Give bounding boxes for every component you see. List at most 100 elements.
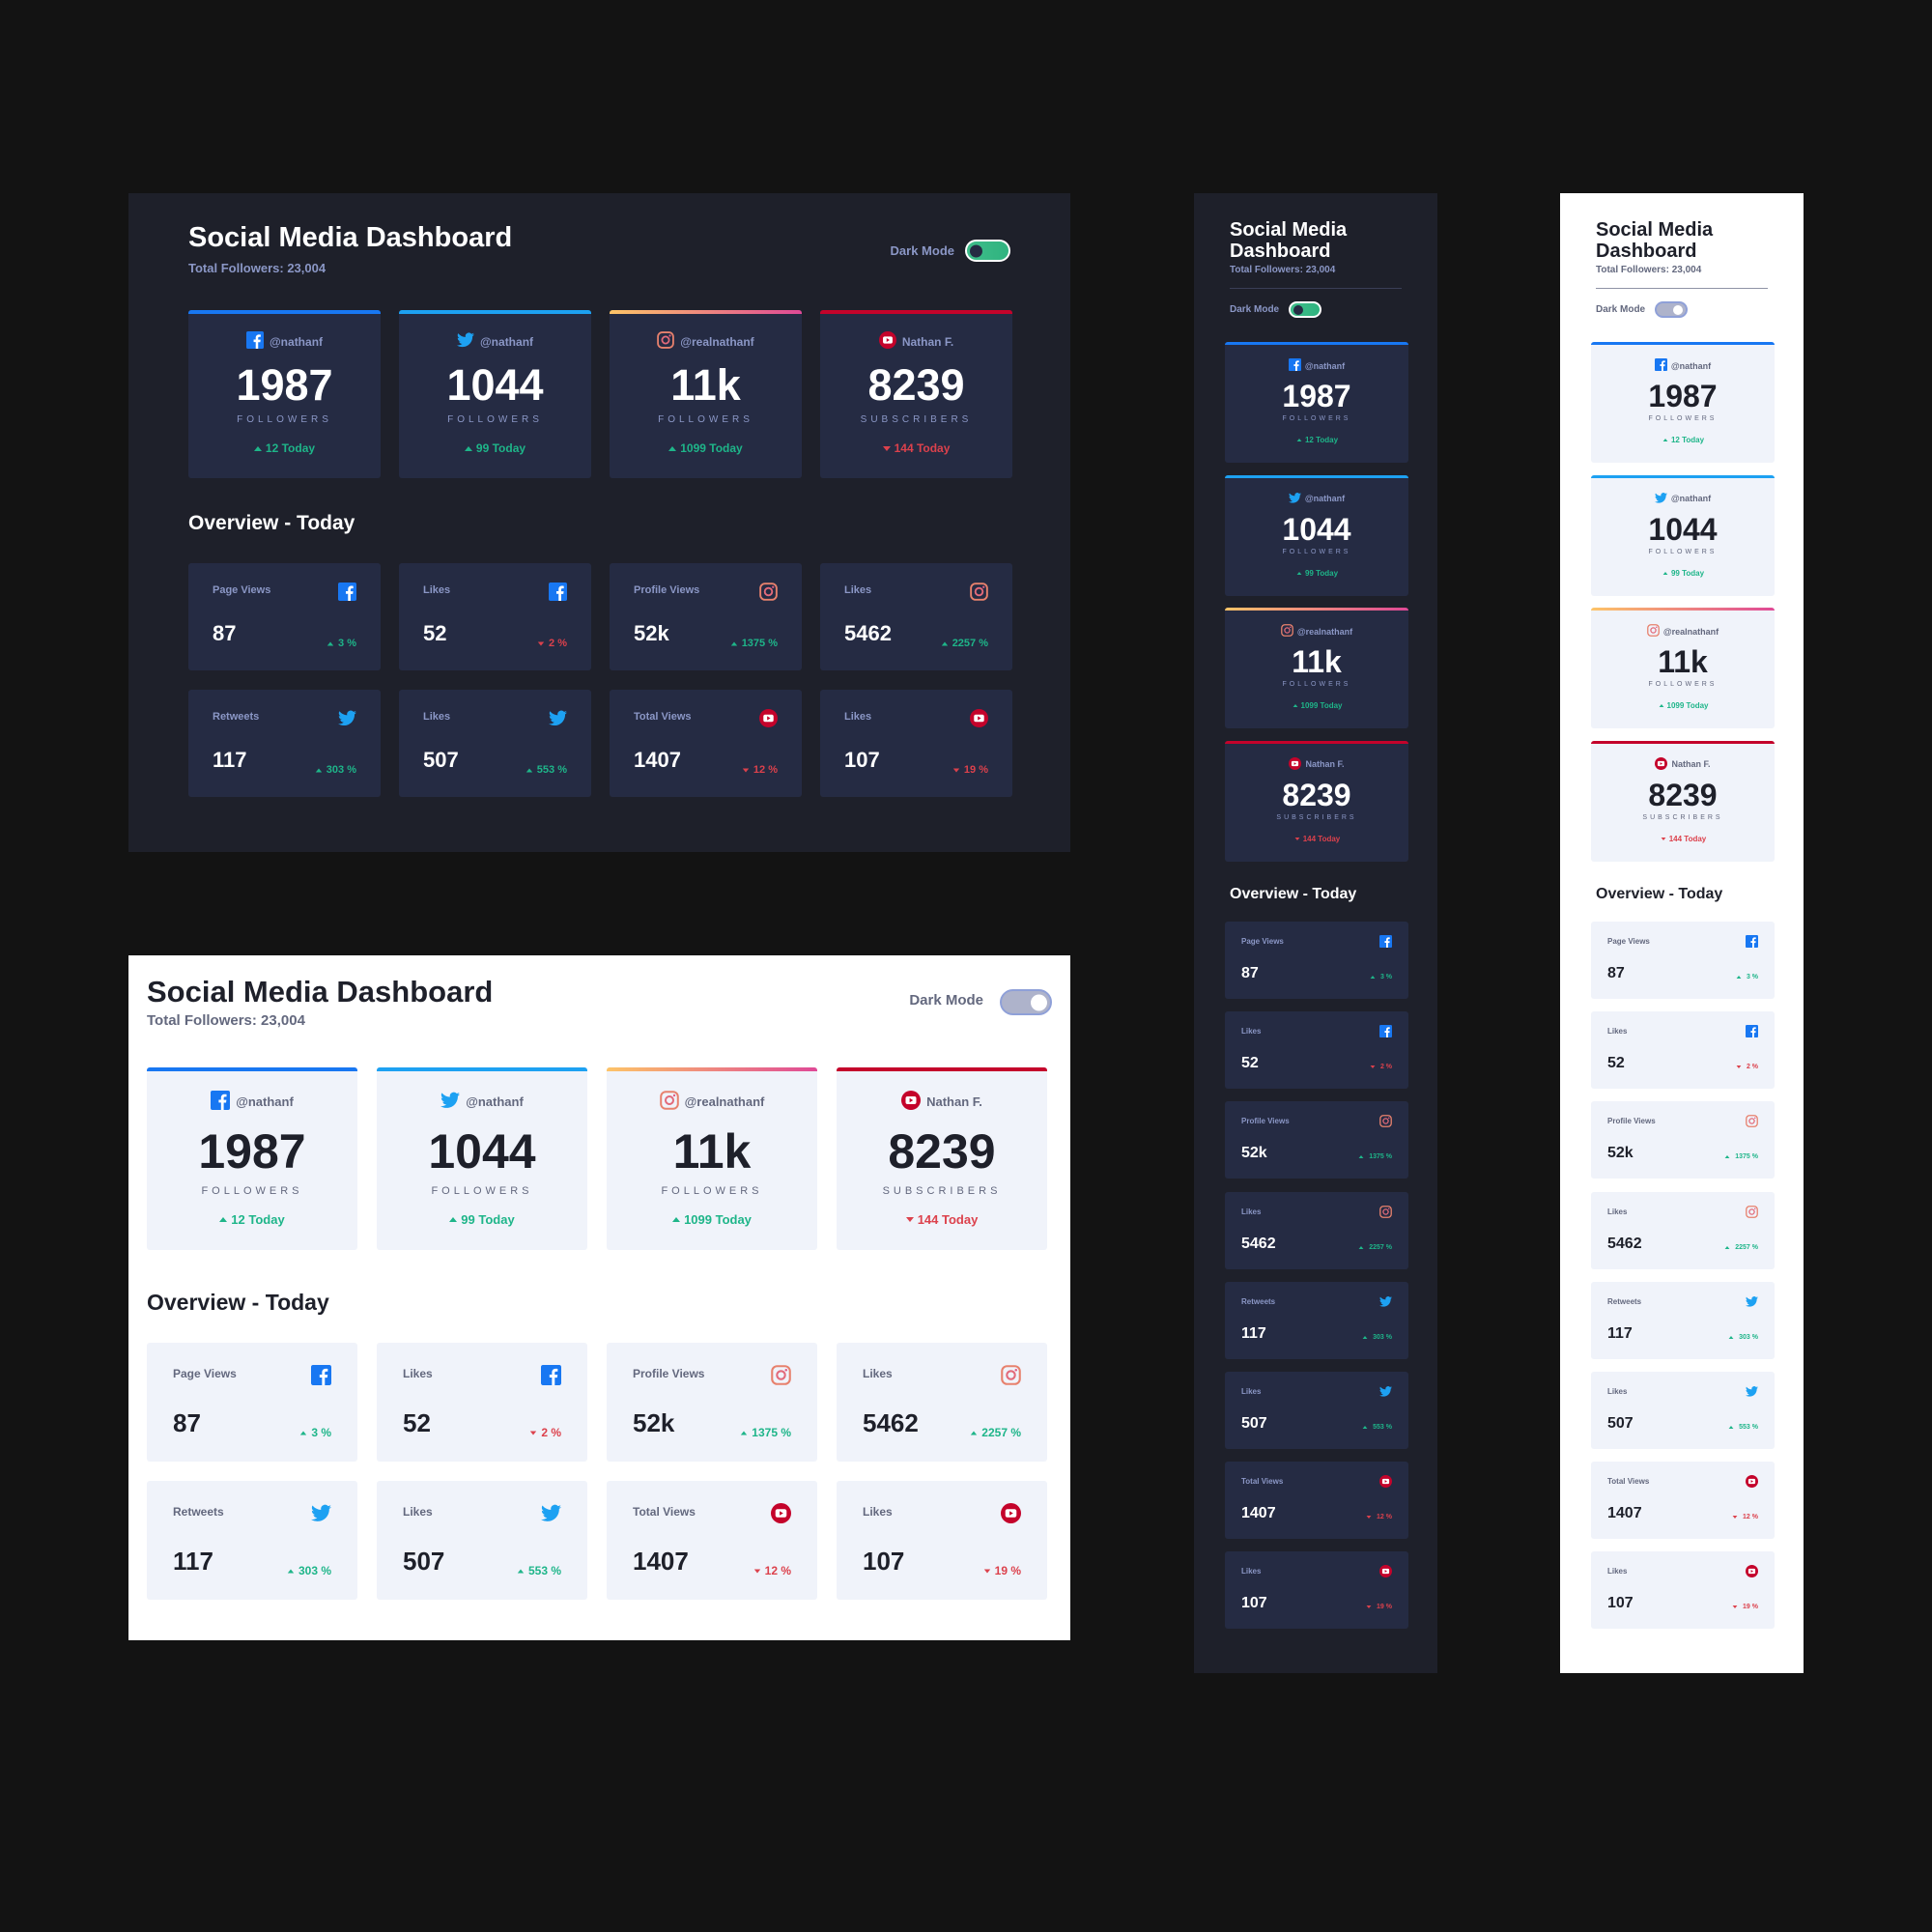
overview-card[interactable]: Retweets 117 303 % <box>1225 1281 1408 1359</box>
follower-count: 11k <box>672 1124 752 1179</box>
handle-row: Nathan F. <box>1591 756 1775 772</box>
follower-count: 1987 <box>1282 379 1351 413</box>
overview-card[interactable]: Likes 52 2 % <box>399 563 591 670</box>
followers-card-twitter[interactable]: @nathanf 1044 Followers 99 Today <box>1225 474 1408 596</box>
overview-card[interactable]: Likes 107 19 % <box>820 690 1012 797</box>
followers-card-youtube[interactable]: Nathan F. 8239 Subscribers 144 Today <box>1591 740 1775 862</box>
youtube-icon <box>759 709 778 732</box>
followers-card-facebook[interactable]: @nathanf 1987 Followers 12 Today <box>1225 342 1408 463</box>
followers-card-instagram[interactable]: @realnathanf 11k Followers 1099 Today <box>1591 608 1775 728</box>
overview-card[interactable]: Likes 107 19 % <box>837 1481 1047 1600</box>
metric-change-value: 2257 % <box>1735 1243 1758 1251</box>
metric-change: 553 % <box>1727 1424 1758 1431</box>
overview-card[interactable]: Likes 52 2 % <box>1591 1011 1775 1090</box>
followers-card-instagram[interactable]: @realnathanf 11k Followers 1099 Today <box>607 1067 817 1250</box>
facebook-icon <box>1746 935 1758 952</box>
handle-row: @nathanf <box>1591 358 1775 373</box>
daily-change-value: 1099 Today <box>684 1212 752 1227</box>
overview-card[interactable]: Likes 507 553 % <box>1591 1372 1775 1449</box>
overview-card[interactable]: Retweets 117 303 % <box>188 690 381 797</box>
dark-mode-toggle[interactable] <box>1000 989 1052 1015</box>
followers-card-twitter[interactable]: @nathanf 1044 Followers 99 Today <box>399 310 591 478</box>
overview-card[interactable]: Profile Views 52k 1375 % <box>1225 1101 1408 1179</box>
overview-card[interactable]: Total Views 1407 12 % <box>1591 1462 1775 1540</box>
metric-change: 303 % <box>1361 1334 1392 1341</box>
followers-card-facebook[interactable]: @nathanf 1987 Followers 12 Today <box>1591 342 1775 463</box>
follower-count: 8239 <box>888 1124 996 1179</box>
overview-card[interactable]: Page Views 87 3 % <box>1225 922 1408 999</box>
count-label: Followers <box>1282 681 1351 688</box>
account-handle: Nathan F. <box>926 1094 982 1109</box>
total-followers: Total Followers: 23,004 <box>1596 265 1702 275</box>
dark-mode-toggle[interactable] <box>965 240 1010 262</box>
followers-card-twitter[interactable]: @nathanf 1044 Followers 99 Today <box>1591 474 1775 596</box>
metric-change-value: 553 % <box>527 1564 561 1577</box>
overview-card[interactable]: Likes 5462 2257 % <box>1225 1191 1408 1269</box>
account-handle: @realnathanf <box>680 334 754 349</box>
youtube-icon <box>771 1503 791 1528</box>
daily-change: 144 Today <box>820 441 1012 455</box>
count-label: Subscribers <box>882 1185 1002 1197</box>
followers-card-youtube[interactable]: Nathan F. 8239 Subscribers 144 Today <box>837 1067 1047 1250</box>
overview-card[interactable]: Retweets 117 303 % <box>1591 1281 1775 1359</box>
instagram-icon <box>1646 624 1660 639</box>
metric-label: Total Views <box>634 711 692 723</box>
metric-value: 52 <box>403 1408 431 1437</box>
overview-card[interactable]: Likes 507 553 % <box>377 1481 587 1600</box>
metric-change: 1375 % <box>1357 1153 1392 1160</box>
arrow-up-icon <box>253 445 262 451</box>
overview-card[interactable]: Likes 5462 2257 % <box>1591 1191 1775 1269</box>
overview-card[interactable]: Likes 507 553 % <box>399 690 591 797</box>
arrow-up-icon <box>1724 1245 1730 1249</box>
toggle-knob <box>1673 304 1683 315</box>
arrow-down-icon <box>1732 1605 1738 1609</box>
followers-card-instagram[interactable]: @realnathanf 11k Followers 1099 Today <box>610 310 802 478</box>
metric-change-value: 3 % <box>338 638 356 649</box>
metric-change-value: 2257 % <box>1369 1243 1392 1251</box>
account-handle: @nathanf <box>1304 494 1346 503</box>
metric-value: 1407 <box>634 748 681 772</box>
followers-card-facebook[interactable]: @nathanf 1987 Followers 12 Today <box>147 1067 357 1250</box>
dark-mode-toggle[interactable] <box>1289 301 1321 318</box>
metric-value: 117 <box>173 1547 213 1576</box>
follower-count: 11k <box>670 360 741 410</box>
handle-row: @realnathanf <box>1591 624 1775 639</box>
overview-card[interactable]: Likes 52 2 % <box>1225 1011 1408 1090</box>
overview-card[interactable]: Likes 5462 2257 % <box>837 1343 1047 1462</box>
followers-card-facebook[interactable]: @nathanf 1987 Followers 12 Today <box>188 310 381 478</box>
overview-card[interactable]: Retweets 117 303 % <box>147 1481 357 1600</box>
overview-card[interactable]: Likes 107 19 % <box>1591 1551 1775 1630</box>
overview-card[interactable]: Likes 5462 2257 % <box>820 563 1012 670</box>
overview-card[interactable]: Total Views 1407 12 % <box>1225 1462 1408 1540</box>
instagram-icon <box>771 1365 791 1390</box>
arrow-up-icon <box>1724 1155 1730 1159</box>
overview-card[interactable]: Likes 507 553 % <box>1225 1372 1408 1449</box>
overview-card[interactable]: Profile Views 52k 1375 % <box>1591 1101 1775 1179</box>
overview-card[interactable]: Profile Views 52k 1375 % <box>607 1343 817 1462</box>
overview-card[interactable]: Likes 107 19 % <box>1225 1551 1408 1630</box>
metric-label: Profile Views <box>1607 1117 1656 1126</box>
followers-card-twitter[interactable]: @nathanf 1044 Followers 99 Today <box>377 1067 587 1250</box>
metric-change-value: 1375 % <box>1369 1153 1392 1161</box>
followers-card-instagram[interactable]: @realnathanf 11k Followers 1099 Today <box>1225 608 1408 728</box>
daily-change: 1099 Today <box>607 1212 817 1227</box>
followers-card-youtube[interactable]: Nathan F. 8239 Subscribers 144 Today <box>820 310 1012 478</box>
overview-card[interactable]: Likes 52 2 % <box>377 1343 587 1462</box>
overview-card[interactable]: Total Views 1407 12 % <box>610 690 802 797</box>
overview-card[interactable]: Page Views 87 3 % <box>1591 922 1775 999</box>
metric-value: 87 <box>1607 965 1625 981</box>
overview-card[interactable]: Total Views 1407 12 % <box>607 1481 817 1600</box>
overview-card[interactable]: Page Views 87 3 % <box>147 1343 357 1462</box>
followers-card-youtube[interactable]: Nathan F. 8239 Subscribers 144 Today <box>1225 740 1408 862</box>
overview-card[interactable]: Page Views 87 3 % <box>188 563 381 670</box>
metric-label: Total Views <box>633 1505 696 1519</box>
youtube-icon <box>970 709 988 732</box>
count-label: Followers <box>447 414 543 425</box>
overview-card[interactable]: Profile Views 52k 1375 % <box>610 563 802 670</box>
metric-label: Retweets <box>1607 1296 1642 1306</box>
daily-change: 12 Today <box>188 441 381 455</box>
arrow-up-icon <box>672 1217 681 1222</box>
arrow-up-icon <box>1296 571 1302 575</box>
dark-mode-toggle[interactable] <box>1655 301 1688 318</box>
handle-row: @nathanf <box>1225 358 1408 373</box>
